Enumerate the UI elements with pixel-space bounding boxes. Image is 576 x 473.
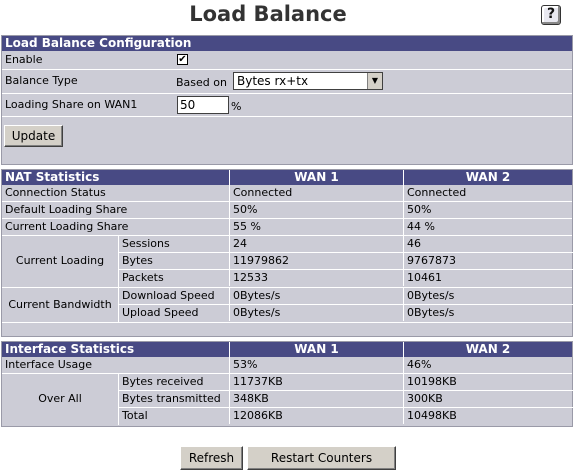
total-wan2: 10498KB [403, 408, 457, 424]
help-icon[interactable]: ? [541, 5, 561, 25]
bytes-transmitted-wan1: 348KB [229, 391, 269, 407]
loading-share-row: Loading Share on WAN1 50 % [2, 94, 572, 117]
iface-wan2-header: WAN 2 [403, 342, 572, 357]
iface-panel: Interface Statistics WAN 1 WAN 2 Interfa… [1, 341, 573, 427]
connection-status-row: Connection Status Connected Connected [2, 185, 572, 202]
over-all-label: Over All [38, 392, 82, 405]
bytes-received-label: Bytes received [122, 375, 204, 388]
iface-wan1-header: WAN 1 [229, 342, 403, 357]
bytes-received-wan2: 10198KB [403, 374, 457, 390]
chevron-down-icon[interactable]: ▼ [367, 73, 382, 89]
upload-label: Upload Speed [122, 306, 199, 319]
packets-label: Packets [122, 271, 164, 284]
iface-header: Interface Statistics [5, 342, 135, 356]
bytes-transmitted-wan2: 300KB [403, 391, 443, 407]
download-wan1: 0Bytes/s [229, 288, 280, 304]
balance-type-row: Balance Type Based on Bytes rx+tx ▼ [2, 70, 572, 94]
current-bandwidth-label: Current Bandwidth [8, 298, 112, 311]
nat-header: NAT Statistics [5, 170, 100, 184]
refresh-button[interactable]: Refresh [180, 446, 243, 470]
current-share-wan2: 44 % [403, 219, 435, 235]
sessions-wan1: 24 [229, 236, 247, 252]
nat-wan2-header: WAN 2 [403, 170, 572, 185]
config-header: Load Balance Configuration [2, 36, 572, 51]
default-share-label: Default Loading Share [5, 203, 128, 216]
nat-wan1-header: WAN 1 [229, 170, 403, 185]
connection-status-label: Connection Status [5, 186, 106, 199]
bytes-received-row: Bytes received 11737KB 10198KB [119, 374, 573, 391]
nat-panel: NAT Statistics WAN 1 WAN 2 Connection St… [1, 169, 573, 337]
iface-usage-row: Interface Usage 53% 46% [2, 357, 572, 374]
current-share-label: Current Loading Share [5, 220, 129, 233]
iface-usage-wan1: 53% [229, 357, 257, 373]
config-panel: Load Balance Configuration Enable ✔ Bala… [1, 35, 573, 165]
upload-wan2: 0Bytes/s [403, 305, 454, 321]
loading-share-input[interactable]: 50 [177, 96, 229, 114]
iface-usage-wan2: 46% [403, 357, 431, 373]
enable-row: Enable ✔ [2, 51, 572, 70]
enable-checkbox[interactable]: ✔ [177, 54, 188, 65]
iface-usage-label: Interface Usage [5, 358, 93, 371]
current-share-row: Current Loading Share 55 % 44 % [2, 219, 572, 236]
total-row: Total 12086KB 10498KB [119, 408, 573, 425]
connection-status-wan1: Connected [229, 185, 292, 201]
current-share-wan1: 55 % [229, 219, 261, 235]
packets-wan2: 10461 [403, 270, 442, 286]
total-label: Total [122, 409, 148, 422]
restart-counters-button[interactable]: Restart Counters [247, 446, 396, 470]
page-title: Load Balance [189, 2, 347, 26]
iface-header-row: Interface Statistics WAN 1 WAN 2 [2, 342, 572, 357]
current-bandwidth-group: Current Bandwidth Download Speed 0Bytes/… [2, 288, 573, 323]
default-share-wan1: 50% [229, 202, 257, 218]
current-loading-label: Current Loading [15, 254, 105, 267]
bytes-transmitted-row: Bytes transmitted 348KB 300KB [119, 391, 573, 408]
nat-header-row: NAT Statistics WAN 1 WAN 2 [2, 170, 572, 185]
download-row: Download Speed 0Bytes/s 0Bytes/s [119, 288, 573, 305]
packets-row: Packets 12533 10461 [119, 270, 573, 287]
balance-type-select[interactable]: Bytes rx+tx ▼ [233, 72, 383, 90]
total-wan1: 12086KB [229, 408, 283, 424]
packets-wan1: 12533 [229, 270, 268, 286]
balance-type-label: Balance Type [5, 74, 78, 87]
current-loading-group: Current Loading Sessions 24 46 Bytes 119… [2, 236, 573, 288]
over-all-group: Over All Bytes received 11737KB 10198KB … [2, 374, 573, 425]
upload-wan1: 0Bytes/s [229, 305, 280, 321]
bytes-wan1: 11979862 [229, 253, 289, 269]
upload-row: Upload Speed 0Bytes/s 0Bytes/s [119, 305, 573, 322]
download-wan2: 0Bytes/s [403, 288, 454, 304]
balance-type-value: Bytes rx+tx [237, 74, 309, 88]
bytes-received-wan1: 11737KB [229, 374, 283, 390]
loading-share-label: Loading Share on WAN1 [5, 98, 138, 111]
bytes-row: Bytes 11979862 9767873 [119, 253, 573, 270]
sessions-wan2: 46 [403, 236, 421, 252]
bytes-label: Bytes [122, 254, 153, 267]
bytes-transmitted-label: Bytes transmitted [122, 392, 221, 405]
sessions-row: Sessions 24 46 [119, 236, 573, 253]
default-share-wan2: 50% [403, 202, 431, 218]
default-share-row: Default Loading Share 50% 50% [2, 202, 572, 219]
connection-status-wan2: Connected [403, 185, 466, 201]
based-on-label: Based on [176, 76, 227, 89]
update-button[interactable]: Update [4, 125, 63, 147]
loading-share-unit: % [231, 100, 242, 113]
download-label: Download Speed [122, 289, 215, 302]
sessions-label: Sessions [122, 237, 170, 250]
bytes-wan2: 9767873 [403, 253, 456, 269]
enable-label: Enable [5, 53, 43, 66]
